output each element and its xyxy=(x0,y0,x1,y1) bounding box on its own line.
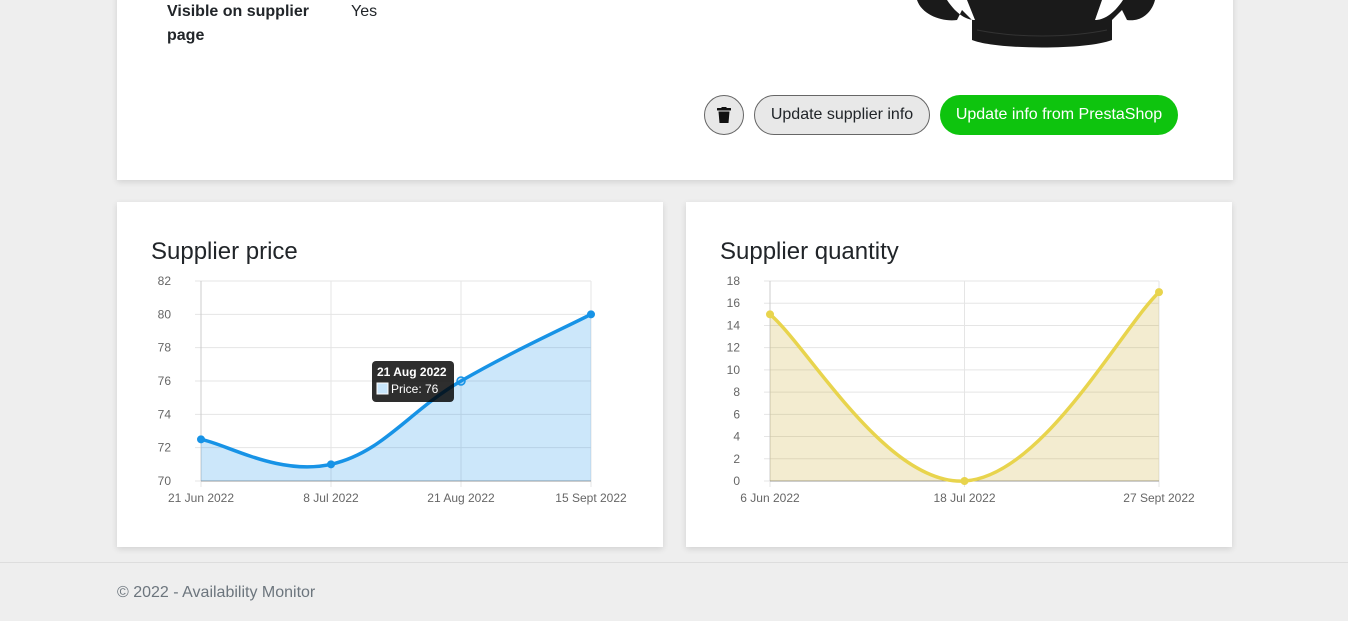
data-point xyxy=(1155,288,1163,297)
product-image xyxy=(917,0,1155,48)
supplier-quantity-chart: 18 16 14 12 10 8 6 4 2 06 Jun 2022 18 Jul 2022 27 S… xyxy=(727,274,1195,505)
data-point xyxy=(197,435,205,444)
x-tick-label: 8 Jul 2022 xyxy=(303,491,359,505)
visible-on-supplier-value: Yes xyxy=(351,3,378,20)
update-from-prestashop-button[interactable]: Update info from PrestaShop xyxy=(940,95,1178,135)
data-point xyxy=(587,310,595,319)
data-point xyxy=(766,310,774,319)
y-tick-label: 2 xyxy=(733,452,740,466)
x-tick-label: 15 Sept 2022 xyxy=(555,491,627,505)
footer-copyright: © 2022 - Availability Monitor xyxy=(117,584,316,601)
y-tick-label: 74 xyxy=(158,407,172,421)
x-tick-label: 21 Jun 2022 xyxy=(168,491,234,505)
tooltip-swatch xyxy=(376,382,389,395)
y-tick-label: 10 xyxy=(727,363,741,377)
y-tick-label: 72 xyxy=(158,441,172,455)
y-tick-label: 4 xyxy=(733,430,740,444)
y-tick-label: 70 xyxy=(158,474,172,488)
data-point xyxy=(327,460,335,469)
y-tick-label: 6 xyxy=(733,407,740,421)
supplier-price-card: Supplier price 82 80 78 76 74 72 70 21 Jun 2022… xyxy=(117,202,663,547)
y-tick-label: 8 xyxy=(733,385,740,399)
data-point xyxy=(456,376,466,386)
y-tick-label: 78 xyxy=(158,341,172,355)
x-tick-label: 21 Aug 2022 xyxy=(427,491,495,505)
y-tick-label: 16 xyxy=(727,296,741,310)
tooltip-title: 21 Aug 2022 xyxy=(377,365,447,379)
supplier-price-chart: 82 80 78 76 74 72 70 21 Jun 2022 8 Jul 2022 21 Au… xyxy=(158,274,627,505)
y-tick-label: 12 xyxy=(727,341,741,355)
tooltip-body: Price: 76 xyxy=(391,382,439,396)
y-tick-label: 18 xyxy=(727,274,741,288)
y-tick-label: 76 xyxy=(158,374,172,388)
product-details-card: Visible on supplier page Yes Update supp… xyxy=(117,0,1233,180)
data-point xyxy=(960,477,969,485)
y-tick-label: 82 xyxy=(158,274,172,288)
x-tick-label: 18 Jul 2022 xyxy=(933,491,995,505)
y-tick-label: 80 xyxy=(158,307,172,321)
visible-on-supplier-label: Visible on supplier page xyxy=(167,3,309,44)
supplier-quantity-card: Supplier quantity 18 16 14 12 10 8 6 4 2 0 6 Jun 2… xyxy=(686,202,1232,547)
y-tick-label: 0 xyxy=(733,474,740,488)
trash-icon xyxy=(717,107,731,123)
x-tick-label: 27 Sept 2022 xyxy=(1123,491,1195,505)
footer-divider xyxy=(0,562,1348,563)
x-tick-label: 6 Jun 2022 xyxy=(740,491,800,505)
y-tick-label: 14 xyxy=(727,318,741,332)
delete-button[interactable] xyxy=(704,95,744,135)
update-supplier-info-button[interactable]: Update supplier info xyxy=(754,95,930,135)
